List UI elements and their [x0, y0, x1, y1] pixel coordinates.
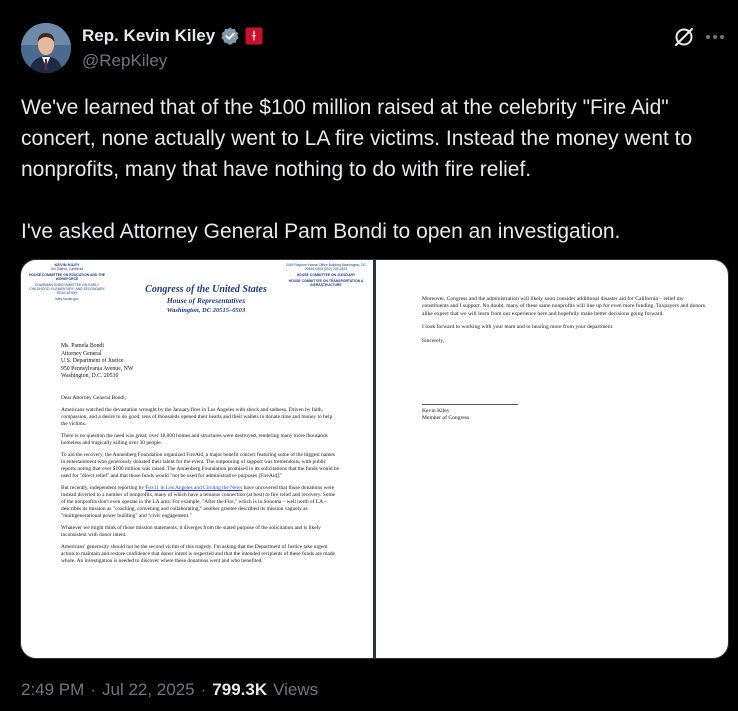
signature-line — [422, 404, 518, 405]
house-seal-icon[interactable] — [245, 27, 263, 45]
letter-closing: Sincerely, — [422, 337, 445, 344]
recipient-address: Ms. Pamela Bondi Attorney General U.S. D… — [61, 343, 134, 380]
source-link[interactable]: Fox11 in Los Angeles and Circling the Ne… — [145, 485, 242, 491]
paragraph-text: But recently, independent reporting by — [61, 485, 146, 491]
letterhead-committee-judiciary: HOUSE COMMITTEE ON JUDICIARY — [296, 273, 356, 277]
letterhead-congress: Congress of the United States House of R… — [126, 284, 286, 315]
letter-paragraph: Moreover, Congress and the administratio… — [422, 296, 706, 317]
views-count[interactable]: 799.3K — [212, 680, 267, 700]
letterhead-right: 2445 Rayburn House Office Building Washi… — [283, 263, 369, 287]
house-title: House of Representatives — [166, 296, 246, 305]
letter-paragraph: To aid the recovery, the Annenberg Found… — [61, 452, 339, 479]
avatar[interactable] — [21, 23, 71, 73]
letter-body-page-1: Dear Attorney General Bondi, Americans w… — [61, 395, 339, 570]
display-name[interactable]: Rep. Kevin Kiley — [82, 26, 215, 46]
tweet-text: We've learned that of the $100 million r… — [21, 96, 693, 243]
letter-body-page-2: Moreover, Congress and the administratio… — [422, 296, 708, 351]
salutation: Dear Attorney General Bondi, — [61, 395, 126, 401]
grok-icon[interactable] — [673, 26, 695, 48]
letterhead-web: kiley.house.gov — [55, 297, 79, 301]
letterhead-office: 2445 Rayburn House Office Building Washi… — [285, 263, 367, 271]
tweet-meta: 2:49 PM · Jul 22, 2025 · 799.3K Views — [21, 680, 318, 700]
letterhead-committee: HOUSE COMMITTEE ON EDUCATION AND THE WOR… — [28, 273, 106, 281]
more-options-icon[interactable] — [703, 26, 727, 48]
letter-page-2[interactable]: Moreover, Congress and the administratio… — [376, 260, 728, 658]
meta-separator: · — [90, 680, 96, 699]
views-label: Views — [273, 680, 319, 699]
washington-line: Washington, DC 20515–0503 — [166, 307, 246, 314]
congress-title: Congress of the United States — [145, 284, 267, 295]
letter-paragraph: There is no question the need was great;… — [61, 433, 328, 446]
verified-badge-icon[interactable] — [220, 26, 240, 46]
letterhead-left: KEVIN KILEY 3rd District, California HOU… — [25, 263, 109, 302]
tweet-date[interactable]: Jul 22, 2025 — [102, 680, 195, 700]
letter-paragraph: I look forward to working with your team… — [422, 324, 614, 331]
meta-separator: · — [200, 680, 207, 699]
letter-paragraph: Americans' generosity should not be the … — [61, 544, 335, 564]
tweet-time[interactable]: 2:49 PM — [21, 680, 84, 700]
signature-block: Kevin Kiley Member of Congress — [422, 408, 470, 422]
letter-paragraph: Americans watched the devastation wrough… — [61, 407, 333, 427]
letterhead-subcommittee: CHAIRMAN SUBCOMMITTEE ON EARLY CHILDHOOD… — [29, 283, 105, 295]
letterhead-committee-transportation: HOUSE COMMITTEE ON TRANSPORTATION & INFR… — [288, 279, 364, 287]
letter-paragraph: Whatever we might think of those mission… — [61, 525, 321, 538]
letterhead-district: 3rd District, California — [50, 267, 84, 271]
tweet-media[interactable]: KEVIN KILEY 3rd District, California HOU… — [20, 259, 729, 659]
letter-page-1[interactable]: KEVIN KILEY 3rd District, California HOU… — [21, 260, 373, 658]
letter-paragraph: But recently, independent reporting by F… — [61, 485, 339, 520]
handle[interactable]: @RepKiley — [82, 51, 167, 71]
